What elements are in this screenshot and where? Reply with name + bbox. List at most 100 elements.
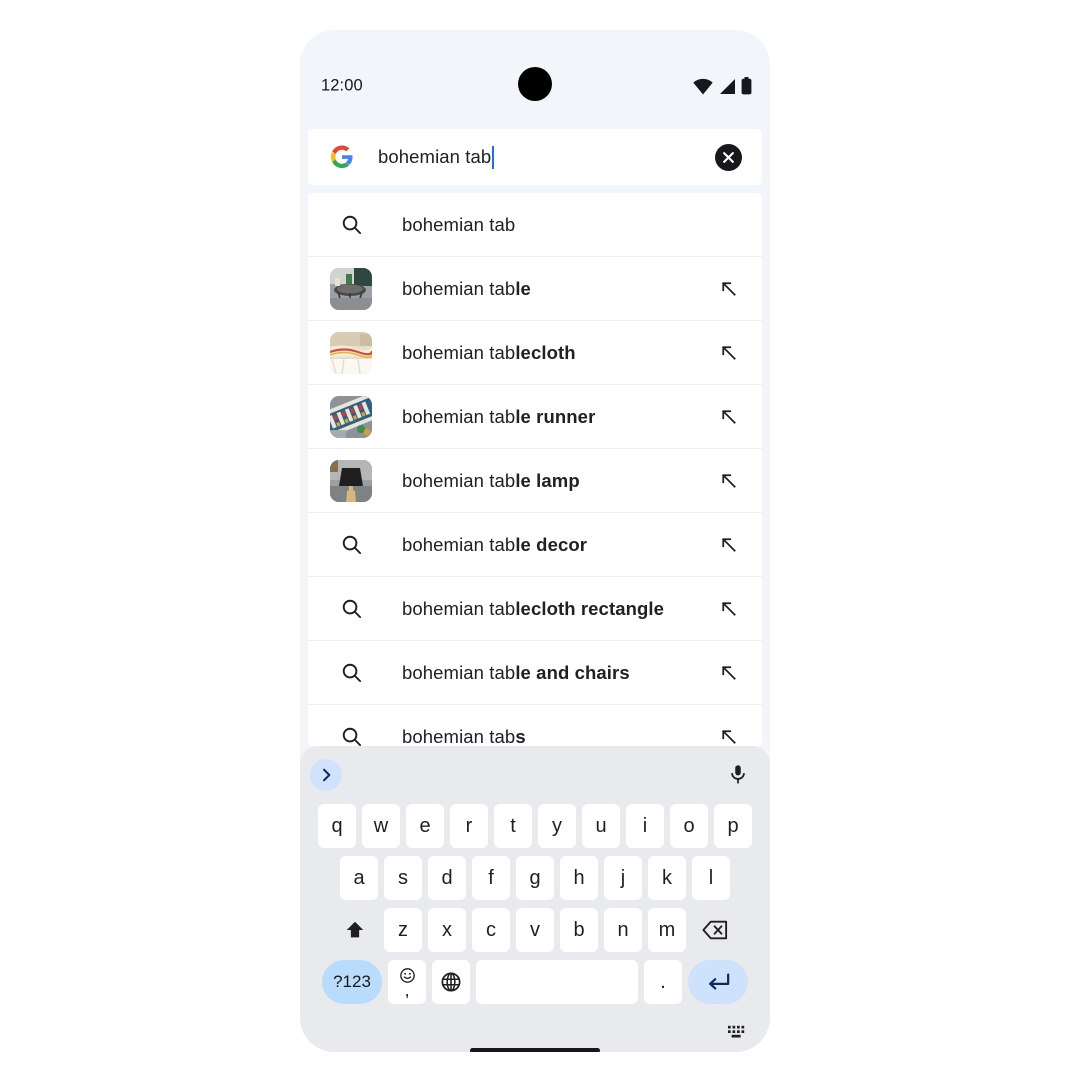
key-s[interactable]: s [384,856,422,900]
suggestion-lead-3 [330,395,372,438]
close-circle-icon [723,151,734,163]
enter-icon [709,973,730,990]
bohemian-table-runner-thumb-icon [330,395,372,438]
suggestion-row-2[interactable]: bohemian tablecloth [308,321,762,385]
key-p[interactable]: p [714,804,752,848]
suggestion-text-7: bohemian table and chairs [402,661,630,683]
suggestion-text-6: bohemian tablecloth rectangle [402,597,665,619]
search-input-value: bohemian tab [378,146,492,167]
suggestion-row-7[interactable]: bohemian table and chairs [308,641,762,705]
key-j[interactable]: j [604,856,642,900]
suggestion-lead-1 [330,267,372,310]
search-icon [342,663,361,683]
suggestion-text-2: bohemian tablecloth [402,341,576,363]
suggestion-row-5[interactable]: bohemian table decor [308,513,762,577]
arrow-up-left-icon [721,602,736,616]
key-z[interactable]: z [384,908,422,952]
key-shift[interactable] [332,908,378,952]
key-m[interactable]: m [648,908,686,952]
phone-frame: 12:00 bohemian tab bohemian tab bohemian… [300,30,770,1052]
suggestion-row-6[interactable]: bohemian tablecloth rectangle [308,577,762,641]
suggestion-fill-arrow-5[interactable] [716,533,740,557]
suggestion-lead-8 [330,725,372,746]
keyboard-row-4: ?123 , . [306,960,764,1004]
key-w[interactable]: w [362,804,400,848]
search-input-wrap[interactable]: bohemian tab [378,145,715,169]
suggestion-fill-arrow-3[interactable] [716,405,740,429]
suggestion-row-4[interactable]: bohemian table lamp [308,449,762,513]
clear-search-button[interactable] [715,143,742,171]
battery-icon [741,77,752,95]
home-indicator[interactable] [470,1048,600,1052]
key-c[interactable]: c [472,908,510,952]
suggestion-lead-4 [330,459,372,502]
status-time: 12:00 [321,76,363,95]
arrow-up-left-icon [721,346,736,360]
key-i[interactable]: i [626,804,664,848]
key-enter[interactable] [688,960,748,1004]
key-a[interactable]: a [340,856,378,900]
suggestion-fill-arrow-7[interactable] [716,661,740,685]
cellular-signal-icon [720,78,735,94]
screenshot-canvas: 12:00 bohemian tab bohemian tab bohemian… [0,0,1080,1080]
keyboard-rows: q w e r t y u i o p a s d f g h j k l z … [300,804,770,1004]
chevron-right-icon [323,768,331,782]
key-space[interactable] [476,960,638,1004]
key-r[interactable]: r [450,804,488,848]
key-e[interactable]: e [406,804,444,848]
bohemian-tablecloth-thumb-icon [330,331,372,374]
keyboard-dismiss-icon[interactable] [726,1024,748,1042]
suggestion-lead-7 [330,661,372,684]
suggestion-row-3[interactable]: bohemian table runner [308,385,762,449]
key-o[interactable]: o [670,804,708,848]
arrow-up-left-icon [721,410,736,424]
arrow-up-left-icon [721,474,736,488]
bohemian-table-thumb-icon [330,267,372,310]
key-g[interactable]: g [516,856,554,900]
key-t[interactable]: t [494,804,532,848]
suggestion-fill-arrow-8[interactable] [716,725,740,747]
search-icon [342,727,361,746]
key-backspace[interactable] [692,908,738,952]
key-period[interactable]: . [644,960,682,1004]
front-camera-punch-hole [518,67,552,101]
key-emoji[interactable]: , [388,960,426,1004]
suggestion-text-3: bohemian table runner [402,405,596,427]
suggestion-text-5: bohemian table decor [402,533,588,555]
status-icons [693,77,752,95]
navigation-bar [300,1012,770,1052]
key-symbols[interactable]: ?123 [322,960,382,1004]
key-b[interactable]: b [560,908,598,952]
search-bar[interactable]: bohemian tab [308,129,762,185]
keyboard-expand-button[interactable] [310,759,342,791]
suggestion-fill-arrow-1[interactable] [716,277,740,301]
key-u[interactable]: u [582,804,620,848]
bohemian-table-lamp-thumb-icon [330,459,372,502]
suggestion-fill-arrow-4[interactable] [716,469,740,493]
key-l[interactable]: l [692,856,730,900]
key-emoji-comma: , [405,983,409,999]
key-language-globe[interactable] [432,960,470,1004]
shift-icon [346,921,364,938]
search-icon [342,535,361,555]
key-d[interactable]: d [428,856,466,900]
key-v[interactable]: v [516,908,554,952]
text-caret [492,145,495,169]
suggestion-row-8[interactable]: bohemian tabs [308,705,762,746]
key-h[interactable]: h [560,856,598,900]
suggestion-fill-arrow-6[interactable] [716,597,740,621]
key-y[interactable]: y [538,804,576,848]
key-f[interactable]: f [472,856,510,900]
arrow-up-left-icon [721,538,736,552]
suggestion-fill-arrow-2[interactable] [716,341,740,365]
emoji-icon [399,967,415,983]
microphone-icon [731,765,745,784]
suggestion-row-1[interactable]: bohemian table [308,257,762,321]
arrow-up-left-icon [721,282,736,296]
key-x[interactable]: x [428,908,466,952]
key-q[interactable]: q [318,804,356,848]
key-k[interactable]: k [648,856,686,900]
voice-input-button[interactable] [724,760,752,788]
suggestion-row-0[interactable]: bohemian tab [308,193,762,257]
key-n[interactable]: n [604,908,642,952]
